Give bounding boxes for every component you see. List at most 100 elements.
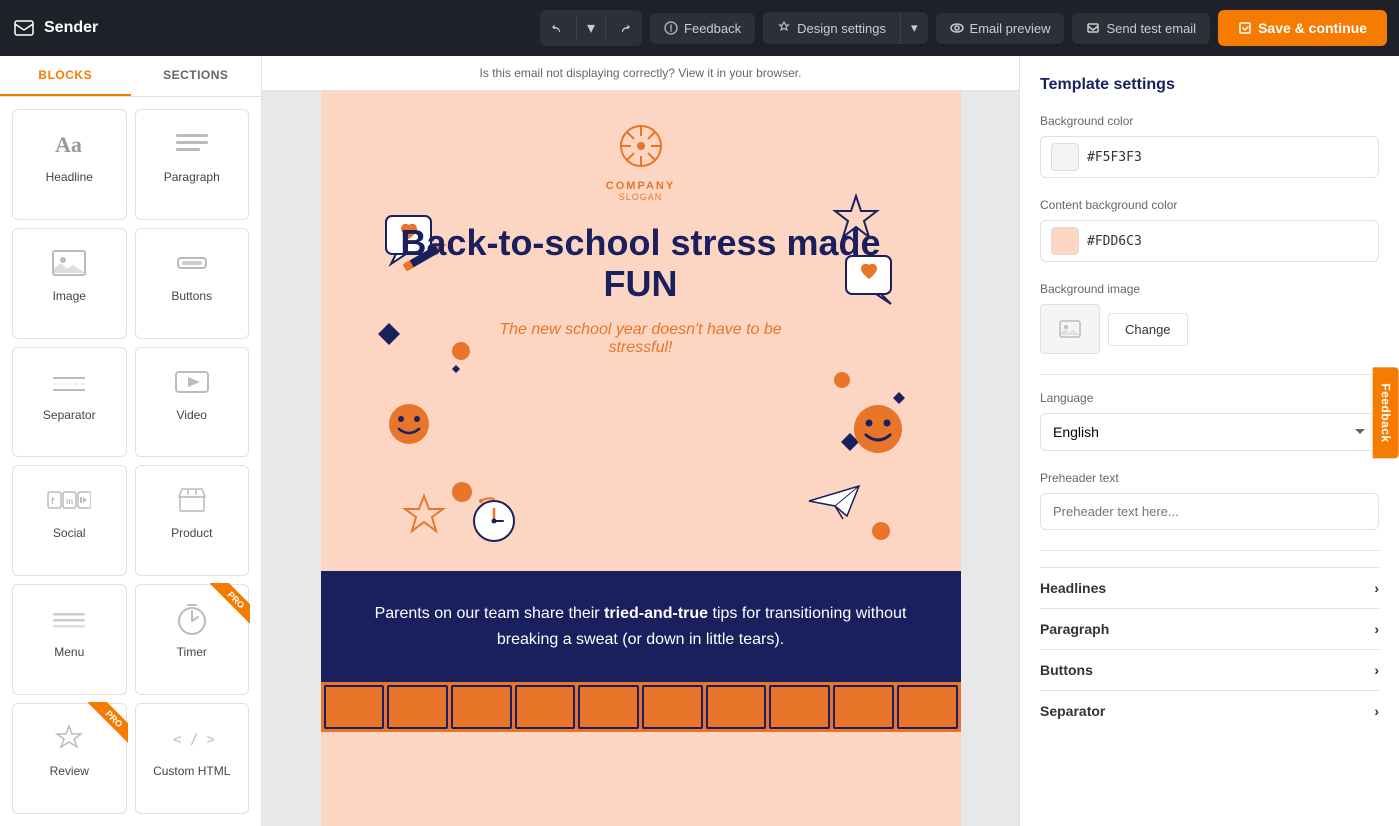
social-label: Social	[53, 526, 86, 540]
block-image[interactable]: Image	[12, 228, 127, 339]
section-buttons-label: Buttons	[1040, 662, 1093, 678]
preheader-label: Preheader text	[1040, 471, 1379, 485]
section-paragraph[interactable]: Paragraph ›	[1040, 608, 1379, 649]
grid-cell	[897, 685, 958, 729]
timer-label: Timer	[177, 645, 207, 659]
feedback-button[interactable]: Feedback	[650, 13, 755, 44]
email-grid-bottom	[321, 682, 961, 732]
headline-icon: Aa	[51, 126, 87, 162]
save-continue-button[interactable]: Save & continue	[1218, 10, 1387, 46]
design-settings-group: Design settings ▾	[763, 12, 927, 44]
canvas-topbar: Is this email not displaying correctly? …	[262, 56, 1019, 91]
deco-paper-plane	[807, 481, 861, 526]
paragraph-label: Paragraph	[164, 170, 220, 184]
chevron-down-icon: ›	[1374, 621, 1379, 637]
email-canvas: COMPANY SLOGAN	[321, 91, 961, 826]
blocks-grid: Aa Headline Paragraph Image	[0, 97, 261, 826]
grid-cell	[451, 685, 512, 729]
grid-cell	[833, 685, 894, 729]
block-review[interactable]: PRO Review	[12, 703, 127, 814]
review-label: Review	[50, 764, 89, 778]
video-label: Video	[177, 408, 207, 422]
email-dark-section[interactable]: Parents on our team share their tried-an…	[321, 571, 961, 682]
chevron-down-icon: ›	[1374, 580, 1379, 596]
app-name: Sender	[44, 19, 98, 37]
section-paragraph-label: Paragraph	[1040, 621, 1109, 637]
email-hero[interactable]: COMPANY SLOGAN	[321, 91, 961, 571]
image-icon	[51, 245, 87, 281]
separator-label: Separator	[43, 408, 96, 422]
right-panel: Template settings Background color #F5F3…	[1019, 56, 1399, 826]
preheader-input[interactable]	[1040, 493, 1379, 530]
block-separator[interactable]: Separator	[12, 347, 127, 458]
content-bg-color-input[interactable]: #FDD6C3	[1040, 220, 1379, 262]
bg-image-label: Background image	[1040, 282, 1379, 296]
grid-cell	[769, 685, 830, 729]
feedback-sidebar-tab[interactable]: Feedback	[1372, 367, 1398, 458]
main-layout: BLOCKS SECTIONS Aa Headline Paragraph	[0, 56, 1399, 826]
preheader-field: Preheader text	[1040, 471, 1379, 530]
deco-circle-3	[833, 371, 851, 394]
block-video[interactable]: Video	[135, 347, 250, 458]
email-subtext[interactable]: The new school year doesn't have to be s…	[491, 321, 791, 357]
customhtml-label: Custom HTML	[153, 764, 230, 778]
grid-cell	[387, 685, 448, 729]
redo-button[interactable]	[606, 12, 642, 44]
undo-button[interactable]	[540, 12, 576, 44]
grid-cell	[515, 685, 576, 729]
bg-image-controls: Change	[1040, 304, 1379, 354]
email-logo: COMPANY SLOGAN	[361, 121, 921, 202]
bg-color-input[interactable]: #F5F3F3	[1040, 136, 1379, 178]
product-label: Product	[171, 526, 212, 540]
design-settings-button[interactable]: Design settings	[763, 13, 901, 44]
bg-color-swatch[interactable]	[1051, 143, 1079, 171]
deco-diamond-1	[376, 321, 402, 352]
bg-image-field: Background image Change	[1040, 282, 1379, 354]
design-settings-dropdown[interactable]: ▾	[901, 12, 928, 44]
grid-cell	[324, 685, 385, 729]
canvas-scroll-area[interactable]: COMPANY SLOGAN	[262, 91, 1019, 826]
section-headlines[interactable]: Headlines ›	[1040, 567, 1379, 608]
deco-clock	[469, 491, 519, 550]
section-buttons[interactable]: Buttons ›	[1040, 649, 1379, 690]
left-panel: BLOCKS SECTIONS Aa Headline Paragraph	[0, 56, 262, 826]
block-social[interactable]: fin Social	[12, 465, 127, 576]
email-headline[interactable]: Back-to-school stress made FUN	[361, 222, 921, 305]
block-buttons[interactable]: Buttons	[135, 228, 250, 339]
block-menu[interactable]: Menu	[12, 584, 127, 695]
divider-2	[1040, 550, 1379, 551]
grid-cell	[642, 685, 703, 729]
chevron-down-icon: ›	[1374, 662, 1379, 678]
block-headline[interactable]: Aa Headline	[12, 109, 127, 220]
headline-label: Headline	[46, 170, 93, 184]
bg-image-placeholder	[1040, 304, 1100, 354]
customhtml-icon: < / >	[170, 720, 214, 756]
block-product[interactable]: Product	[135, 465, 250, 576]
svg-text:f: f	[51, 496, 55, 506]
chevron-down-icon: ›	[1374, 703, 1379, 719]
dropdown-button[interactable]: ▾	[577, 10, 605, 46]
deco-star-2	[401, 491, 447, 542]
tab-sections[interactable]: SECTIONS	[131, 56, 262, 96]
email-preview-button[interactable]: Email preview	[936, 13, 1065, 44]
grid-cell	[706, 685, 767, 729]
send-test-label: Send test email	[1106, 21, 1196, 36]
buttons-label: Buttons	[171, 289, 212, 303]
left-tabs: BLOCKS SECTIONS	[0, 56, 261, 97]
preview-notice: Is this email not displaying correctly? …	[480, 66, 802, 80]
video-icon	[174, 364, 210, 400]
change-bg-image-button[interactable]: Change	[1108, 313, 1188, 346]
menu-label: Menu	[54, 645, 84, 659]
bg-color-label: Background color	[1040, 114, 1379, 128]
language-select[interactable]: English French German Spanish	[1040, 413, 1379, 451]
undo-redo-group: ▾	[540, 10, 642, 46]
content-bg-color-swatch[interactable]	[1051, 227, 1079, 255]
block-timer[interactable]: PRO Timer	[135, 584, 250, 695]
send-test-button[interactable]: Send test email	[1072, 13, 1210, 44]
block-paragraph[interactable]: Paragraph	[135, 109, 250, 220]
app-logo[interactable]: Sender	[12, 16, 98, 40]
block-customhtml[interactable]: < / > Custom HTML	[135, 703, 250, 814]
section-separator[interactable]: Separator ›	[1040, 690, 1379, 731]
content-bg-color-label: Content background color	[1040, 198, 1379, 212]
tab-blocks[interactable]: BLOCKS	[0, 56, 131, 96]
